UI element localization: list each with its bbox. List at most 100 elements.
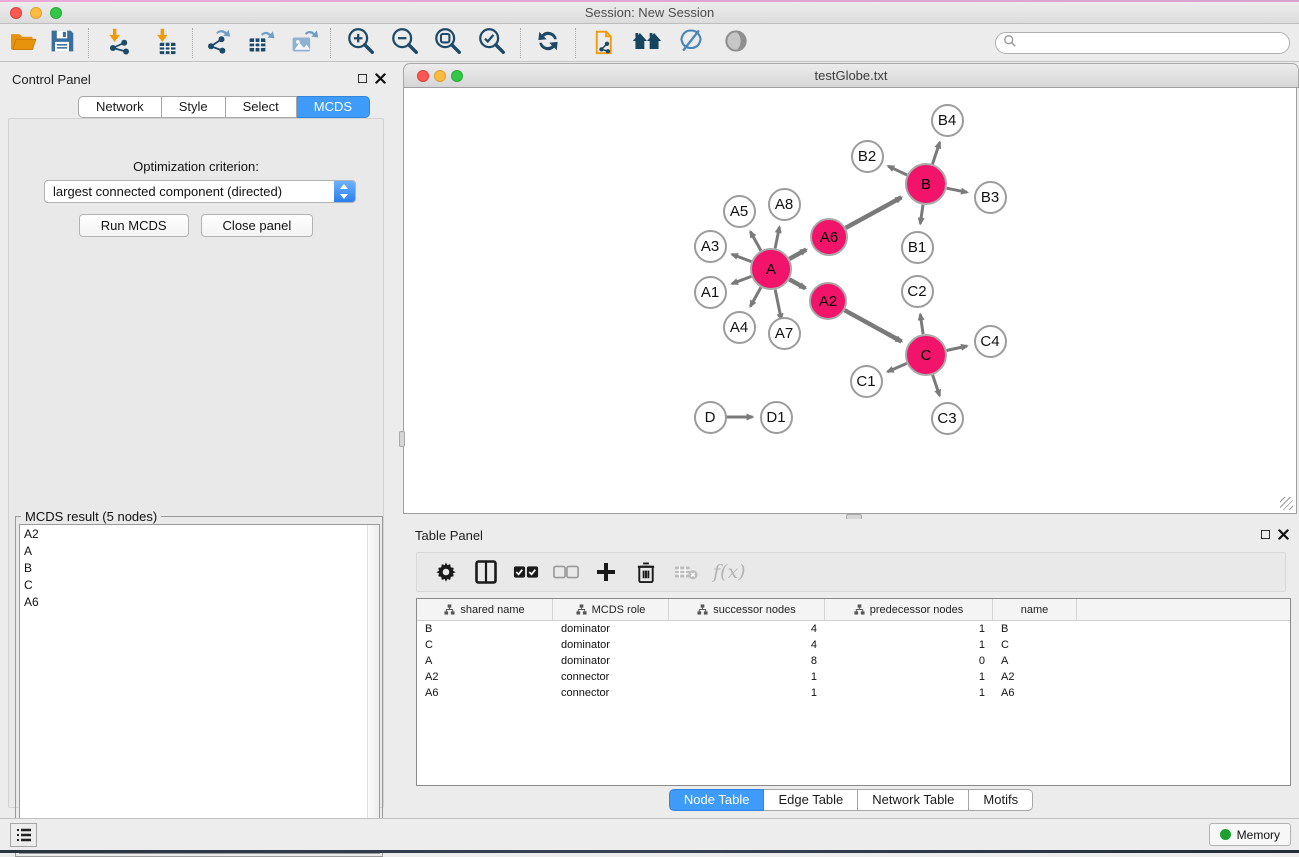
memory-button[interactable]: Memory	[1209, 823, 1291, 846]
table-cell[interactable]: B	[993, 623, 1077, 635]
table-cell[interactable]: 4	[669, 639, 825, 651]
show-panels-button[interactable]	[10, 823, 37, 847]
graph-node[interactable]: B1	[901, 231, 934, 264]
table-row[interactable]: A dominator 8 0 A	[417, 653, 1290, 669]
table-row[interactable]: B dominator 4 1 B	[417, 621, 1290, 637]
tab-motifs[interactable]: Motifs	[969, 789, 1033, 811]
tab-node-table[interactable]: Node Table	[669, 789, 765, 811]
run-mcds-button[interactable]: Run MCDS	[79, 214, 189, 237]
result-item[interactable]: B	[20, 559, 379, 576]
table-cell[interactable]: A2	[993, 671, 1077, 683]
open-session-button[interactable]	[5, 27, 41, 59]
network-close-button[interactable]	[417, 70, 429, 82]
tab-edge-table[interactable]: Edge Table	[764, 789, 858, 811]
graph-node-connector[interactable]: A6	[810, 218, 848, 256]
zoom-out-button[interactable]	[387, 27, 423, 59]
graph-node-connector[interactable]: A2	[809, 282, 847, 320]
graph-node[interactable]: A3	[694, 230, 727, 263]
tab-network[interactable]: Network	[78, 96, 162, 118]
search-input[interactable]	[1017, 36, 1289, 50]
table-row[interactable]: A6 connector 1 1 A6	[417, 685, 1290, 701]
table-cell[interactable]: A2	[417, 671, 553, 683]
table-cell[interactable]: dominator	[553, 655, 669, 667]
close-panel-icon[interactable]	[1278, 529, 1289, 540]
tab-mcds[interactable]: MCDS	[297, 96, 370, 118]
export-network-button[interactable]	[200, 27, 236, 59]
table-cell[interactable]: 1	[669, 671, 825, 683]
column-header-successor-nodes[interactable]: successor nodes	[669, 599, 825, 620]
float-panel-icon[interactable]	[358, 74, 367, 83]
graph-node-dominator[interactable]: B	[905, 163, 947, 205]
vertical-split-handle[interactable]	[399, 431, 405, 447]
table-settings-button[interactable]	[433, 559, 459, 585]
table-cell[interactable]: 4	[669, 623, 825, 635]
delete-table-button[interactable]	[673, 559, 699, 585]
result-scrollbar[interactable]	[367, 525, 379, 853]
table-cell[interactable]: 1	[669, 687, 825, 699]
table-cell[interactable]: dominator	[553, 623, 669, 635]
graph-node[interactable]: A5	[723, 195, 756, 228]
delete-column-button[interactable]	[633, 559, 659, 585]
minimize-window-button[interactable]	[30, 7, 42, 19]
column-header-predecessor-nodes[interactable]: predecessor nodes	[825, 599, 993, 620]
graph-node-dominator[interactable]: C	[905, 334, 947, 376]
import-table-button[interactable]	[147, 27, 183, 59]
table-cell[interactable]: A6	[993, 687, 1077, 699]
hide-labels-button[interactable]	[673, 27, 709, 59]
export-image-button[interactable]	[286, 27, 322, 59]
network-minimize-button[interactable]	[434, 70, 446, 82]
result-item[interactable]: A	[20, 542, 379, 559]
zoom-in-button[interactable]	[343, 27, 379, 59]
graph-node[interactable]: C3	[931, 402, 964, 435]
new-network-from-selection-button[interactable]	[589, 27, 625, 59]
deselect-all-columns-button[interactable]	[553, 559, 579, 585]
show-graphics-details-button[interactable]	[718, 27, 754, 59]
tab-select[interactable]: Select	[226, 96, 297, 118]
graph-node[interactable]: C2	[901, 275, 934, 308]
node-table[interactable]: shared name MCDS role successor nodes pr…	[416, 598, 1291, 786]
close-window-button[interactable]	[10, 7, 22, 19]
resize-grip[interactable]	[1280, 497, 1293, 510]
mcds-result-list[interactable]: A2 A B C A6	[19, 524, 380, 854]
network-maximize-button[interactable]	[451, 70, 463, 82]
graph-node[interactable]: A7	[768, 317, 801, 350]
float-panel-icon[interactable]	[1261, 530, 1270, 539]
table-cell[interactable]: dominator	[553, 639, 669, 651]
maximize-window-button[interactable]	[50, 7, 62, 19]
table-cell[interactable]: C	[417, 639, 553, 651]
result-item[interactable]: A6	[20, 593, 379, 610]
close-panel-button[interactable]: Close panel	[201, 214, 314, 237]
column-view-button[interactable]	[473, 559, 499, 585]
graph-node[interactable]: D	[694, 401, 727, 434]
tab-network-table[interactable]: Network Table	[858, 789, 969, 811]
result-item[interactable]: C	[20, 576, 379, 593]
table-cell[interactable]: 8	[669, 655, 825, 667]
table-row[interactable]: C dominator 4 1 C	[417, 637, 1290, 653]
network-window-titlebar[interactable]: testGlobe.txt	[403, 63, 1299, 88]
toolbar-search-field[interactable]	[995, 32, 1290, 54]
table-cell[interactable]: 1	[825, 687, 993, 699]
graph-node-dominator[interactable]: A	[750, 248, 792, 290]
zoom-selected-button[interactable]	[474, 27, 510, 59]
graph-node[interactable]: A1	[694, 276, 727, 309]
table-cell[interactable]: connector	[553, 687, 669, 699]
table-cell[interactable]: A	[993, 655, 1077, 667]
function-builder-button[interactable]: f(x)	[713, 561, 746, 583]
zoom-fit-button[interactable]	[430, 27, 466, 59]
column-header-mcds-role[interactable]: MCDS role	[553, 599, 669, 620]
graph-node[interactable]: A4	[723, 311, 756, 344]
graph-node[interactable]: B2	[851, 140, 884, 173]
home-button[interactable]	[629, 27, 665, 59]
table-cell[interactable]: connector	[553, 671, 669, 683]
column-header-shared-name[interactable]: shared name	[417, 599, 553, 620]
table-cell[interactable]: B	[417, 623, 553, 635]
add-column-button[interactable]	[593, 559, 619, 585]
table-cell[interactable]: 1	[825, 623, 993, 635]
graph-node[interactable]: C1	[850, 365, 883, 398]
export-table-button[interactable]	[243, 27, 279, 59]
network-canvas[interactable]: B4 B2 B B3 A5 A8 A6 B1 A3 A A1 C2 A2 A4 …	[403, 88, 1297, 514]
graph-node[interactable]: D1	[760, 401, 793, 434]
close-panel-icon[interactable]	[375, 73, 386, 84]
graph-node[interactable]: A8	[768, 188, 801, 221]
table-cell[interactable]: 0	[825, 655, 993, 667]
